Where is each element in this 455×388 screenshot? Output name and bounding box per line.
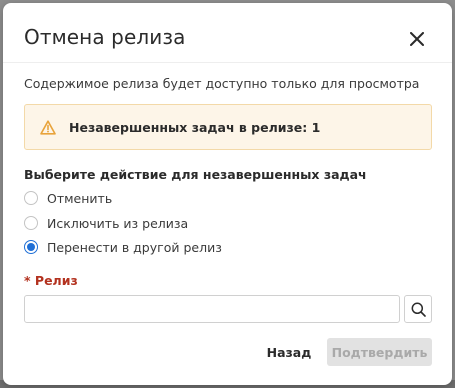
search-button[interactable] <box>404 295 432 323</box>
confirm-button[interactable]: Подтвердить <box>327 338 432 366</box>
release-label-text: Релиз <box>34 273 78 288</box>
radio-button-checked[interactable] <box>24 240 38 254</box>
radio-option-exclude[interactable]: Исключить из релиза <box>24 214 188 232</box>
radio-label: Отменить <box>47 190 113 206</box>
warning-text: Незавершенных задач в релизе: 1 <box>69 120 321 135</box>
header-divider <box>3 62 452 63</box>
release-field-label: * Релиз <box>24 273 78 288</box>
radio-label: Перенести в другой релиз <box>47 239 222 255</box>
radio-option-cancel[interactable]: Отменить <box>24 189 112 207</box>
radio-option-move[interactable]: Перенести в другой релиз <box>24 238 222 256</box>
required-mark: * <box>24 273 31 288</box>
release-input[interactable] <box>24 295 400 323</box>
warning-triangle-icon <box>40 120 56 135</box>
dialog-subtitle: Содержимое релиза будет доступно только … <box>24 76 420 91</box>
action-section-label: Выберите действие для незавершенных зада… <box>24 167 367 182</box>
warning-banner: Незавершенных задач в релизе: 1 <box>24 104 432 150</box>
cancel-release-dialog: Отмена релиза Содержимое релиза будет до… <box>3 3 452 385</box>
close-button[interactable] <box>405 27 429 51</box>
close-icon <box>410 32 424 46</box>
dialog-title: Отмена релиза <box>24 25 186 49</box>
radio-button[interactable] <box>24 216 38 230</box>
back-button[interactable]: Назад <box>263 338 315 366</box>
radio-button[interactable] <box>24 191 38 205</box>
search-icon <box>411 302 426 317</box>
radio-label: Исключить из релиза <box>47 215 189 231</box>
